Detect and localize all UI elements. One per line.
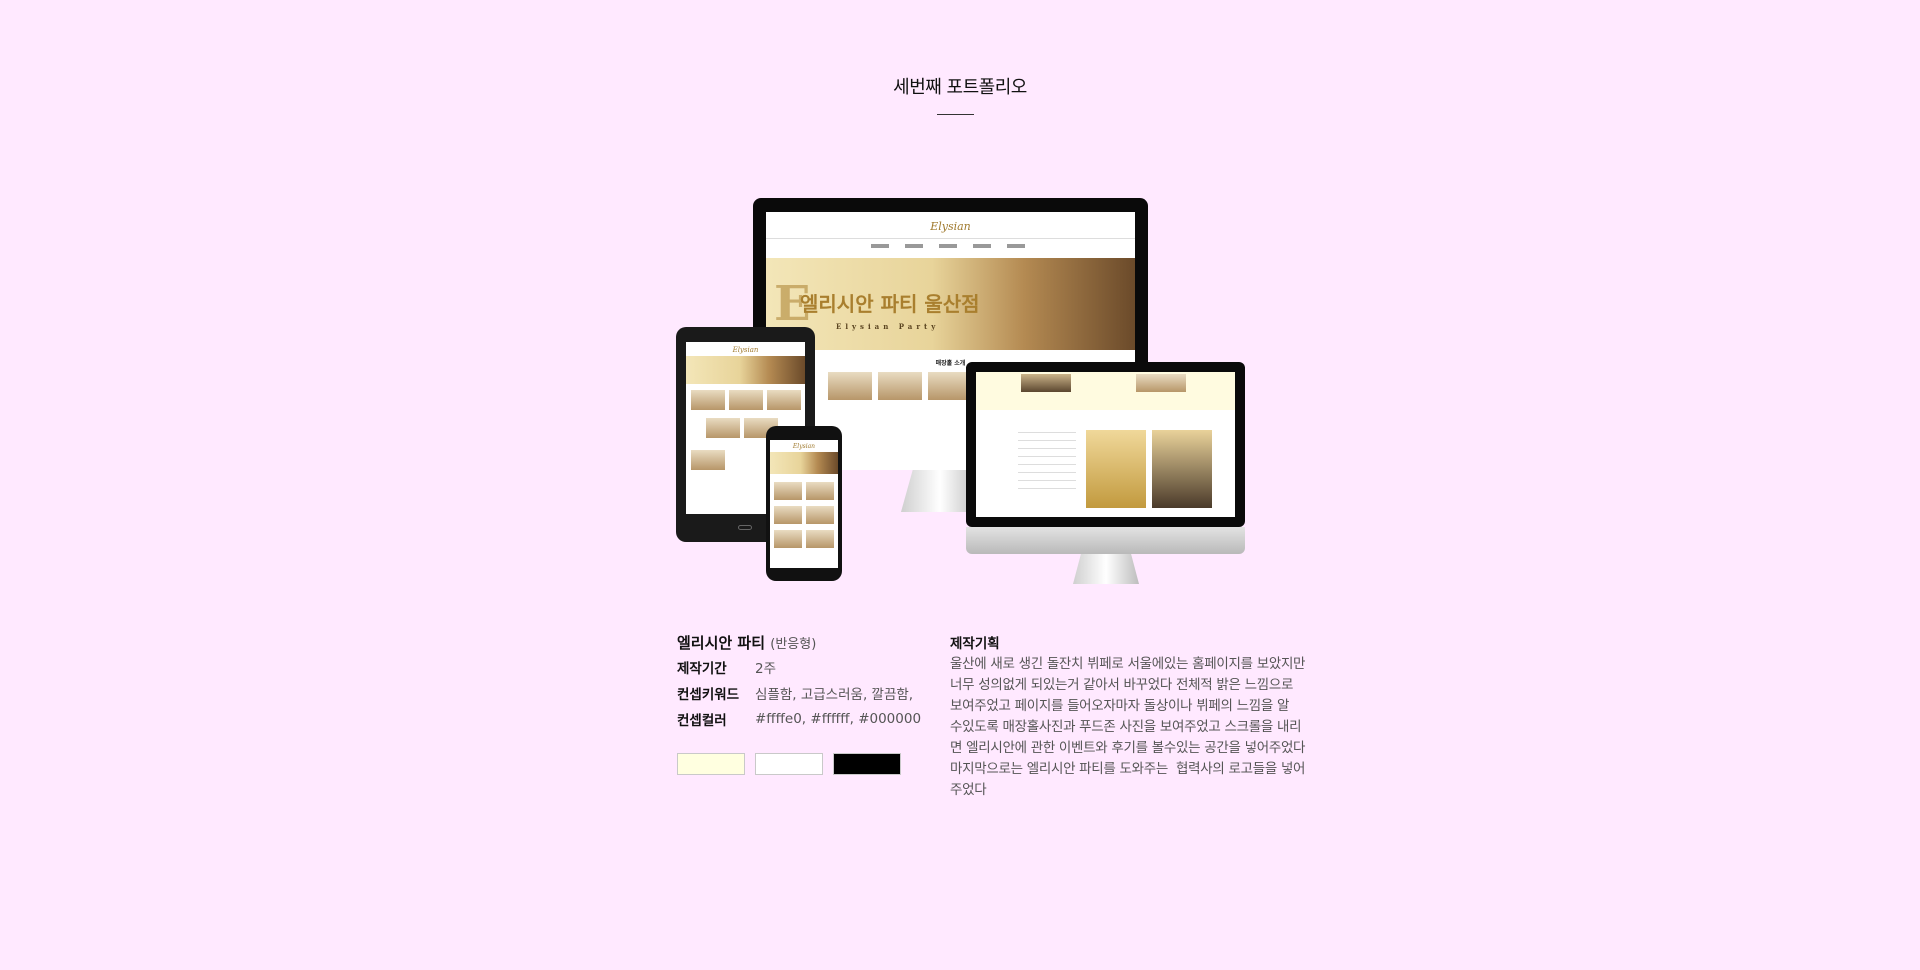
detail-row-keywords: 컨셉키워드 심플함, 고급스러움, 깔끔함, [677, 680, 937, 706]
color-swatches [677, 753, 901, 775]
project-info: 엘리시안 파티 (반응형) 제작기간 2주 컨셉키워드 심플함, 고급스러움, … [677, 632, 937, 732]
title-divider [937, 114, 974, 115]
phone-device: Elysian [766, 426, 842, 581]
detail-label: 제작기간 [677, 661, 727, 677]
color-swatch-white [755, 753, 823, 775]
plan-line: 주었다 [950, 782, 987, 798]
detail-label: 컨셉키워드 [677, 687, 740, 703]
section-title: 세번째 포트폴리오 [893, 77, 1027, 98]
site-nav [871, 244, 1031, 248]
detail-row-colors: 컨셉컬러 #ffffe0, #ffffff, #000000 [677, 706, 937, 732]
plan-line: 울산에 새로 생긴 돌잔치 뷔페로 서울에있는 홈페이지를 보았지만 [950, 656, 1306, 672]
hero-banner: E 엘리시안 파티 울산점 Elysian Party [766, 258, 1135, 350]
project-type: (반응형) [770, 637, 817, 652]
desktop-monitor-small [966, 362, 1245, 584]
detail-label: 컨셉컬러 [677, 713, 727, 729]
plan-line: 면 엘리시안에 관한 이벤트와 후기를 볼수있는 공간을 넣어주었다 [950, 740, 1306, 756]
detail-value: 심플함, 고급스러움, 깔끔함, [755, 687, 914, 703]
detail-value: 2주 [755, 661, 777, 677]
plan-description: 울산에 새로 생긴 돌잔치 뷔페로 서울에있는 홈페이지를 보았지만 너무 성의… [950, 654, 1320, 801]
banner-title: 엘리시안 파티 울산점 [800, 292, 980, 316]
site-logo: Elysian [930, 220, 971, 233]
plan-line: 마지막으로는 엘리시안 파티를 도와주는 협력사의 로고들을 넣어 [950, 761, 1306, 777]
color-swatch-cream [677, 753, 745, 775]
plan-line: 보여주었고 페이지를 들어오자마자 돌상이나 뷔페의 느낌을 알 [950, 698, 1290, 714]
detail-value: #ffffe0, #ffffff, #000000 [755, 711, 922, 727]
plan-line: 너무 성의없게 되있는거 같아서 바꾸었다 전체적 밝은 느낌으로 [950, 677, 1294, 693]
detail-row-period: 제작기간 2주 [677, 654, 937, 680]
banner-subtitle: Elysian Party [836, 322, 940, 331]
plan-heading: 제작기획 [950, 636, 1000, 652]
project-name: 엘리시안 파티 [677, 634, 766, 652]
production-plan: 제작기획 울산에 새로 생긴 돌잔치 뷔페로 서울에있는 홈페이지를 보았지만 … [950, 632, 1320, 801]
plan-line: 수있도록 매장홀사진과 푸드존 사진을 보여주었고 스크롤을 내리 [950, 719, 1302, 735]
project-title: 엘리시안 파티 (반응형) [677, 632, 937, 654]
device-mockup-image: Elysian E 엘리시안 파티 울산점 Elysian Party 매장홀 … [676, 198, 1248, 584]
color-swatch-black [833, 753, 901, 775]
